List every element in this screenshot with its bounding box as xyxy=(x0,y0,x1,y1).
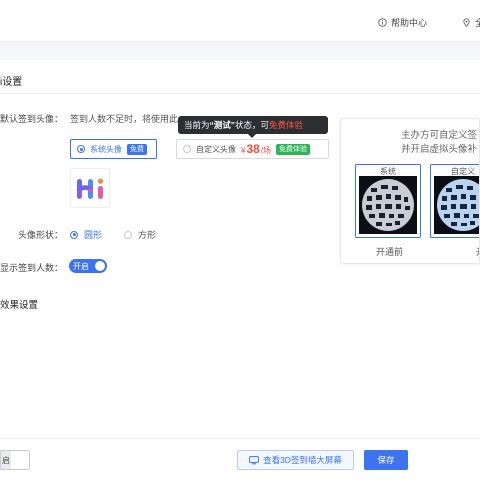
custom-avatar-option[interactable]: 自定义头像 ¥ 38 /场 免费体验 xyxy=(176,139,329,159)
price-unit: /场 xyxy=(260,146,272,155)
footer-bar: 启 查看3D签到墙大屏幕 保存 xyxy=(0,438,480,480)
location-pin-icon xyxy=(463,18,470,27)
effect-settings-title: 效果设置 xyxy=(0,300,39,311)
system-avatar-label: 系统头像 xyxy=(90,144,122,154)
view-3d-wall-label: 查看3D签到墙大屏幕 xyxy=(263,455,342,465)
top-bar: 帮助中心 全 xyxy=(0,0,480,42)
custom-avatar-price: ¥ 38 /场 xyxy=(241,142,271,156)
section-divider xyxy=(0,93,480,94)
avatar-sphere-image-custom xyxy=(434,176,479,234)
shape-square-option[interactable]: 方形 xyxy=(124,228,156,241)
tooltip-highlight[interactable]: 免费体验 xyxy=(269,119,303,131)
custom-avatar-label: 自定义头像 xyxy=(196,144,236,154)
help-center-label: 帮助中心 xyxy=(391,18,428,28)
location-link[interactable]: 全 xyxy=(462,16,480,29)
default-avatar-description: 签到人数不足时，将使用此 xyxy=(70,114,179,124)
shape-square-radio[interactable] xyxy=(124,230,132,239)
system-avatar-radio[interactable] xyxy=(77,145,85,153)
custom-avatar-radio[interactable] xyxy=(183,145,191,153)
tooltip-prefix: 当前为 xyxy=(184,120,210,130)
avatar-sphere-image xyxy=(359,176,417,234)
price-symbol: ¥ xyxy=(241,146,246,155)
monitor-icon xyxy=(249,455,259,464)
test-status-tooltip: 当前为 “测试” 状态，可 免费体验 xyxy=(178,116,328,138)
default-avatar-label: 默认签到头像： xyxy=(0,114,64,124)
show-count-label: 显示签到人数： xyxy=(0,263,64,273)
preview-caption-after: 开 xyxy=(476,245,479,258)
tooltip-middle: 状态，可 xyxy=(235,120,270,130)
price-value: 38 xyxy=(246,142,260,156)
avatar-settings-title: i设置 xyxy=(0,77,23,88)
tooltip-status: “测试” xyxy=(209,120,236,130)
save-button[interactable]: 保存 xyxy=(364,450,408,470)
shape-square-label: 方形 xyxy=(138,230,157,240)
preview-frame-custom: 自定义 xyxy=(430,164,479,238)
view-3d-wall-button[interactable]: 查看3D签到墙大屏幕 xyxy=(237,450,354,470)
shape-circle-option[interactable]: 圆形 xyxy=(70,228,102,241)
footer-toggle[interactable]: 启 xyxy=(0,450,30,470)
preview-caption-before: 开通前 xyxy=(376,247,404,257)
show-count-toggle[interactable]: 开启 xyxy=(69,259,107,273)
toggle-on-label: 开启 xyxy=(73,261,89,271)
preview-frame-system: 系统 xyxy=(355,164,421,238)
free-trial-badge: 免费体验 xyxy=(276,143,311,155)
shape-circle-radio[interactable] xyxy=(70,230,78,239)
avatar-shape-label: 头像形状： xyxy=(18,230,64,240)
avatar-preview-panel: 主办方可自定义签 并开启虚拟头像补 系统 开通前 自定义 xyxy=(340,118,480,264)
toggle-knob xyxy=(95,261,105,271)
shape-circle-label: 圆形 xyxy=(84,230,103,240)
preview-text-line1: 主办方可自定义签 xyxy=(401,130,478,141)
system-avatar-option[interactable]: 系统头像 免费 xyxy=(70,139,157,159)
free-badge: 免费 xyxy=(127,143,147,155)
preview-text-line2: 并开启虚拟头像补 xyxy=(401,144,478,155)
info-icon xyxy=(378,18,387,27)
location-label: 全 xyxy=(475,18,480,28)
system-avatar-preview xyxy=(70,168,110,208)
help-center-link[interactable]: 帮助中心 xyxy=(378,16,427,29)
hi-logo-icon xyxy=(76,178,104,199)
footer-toggle-label: 启 xyxy=(1,451,11,469)
